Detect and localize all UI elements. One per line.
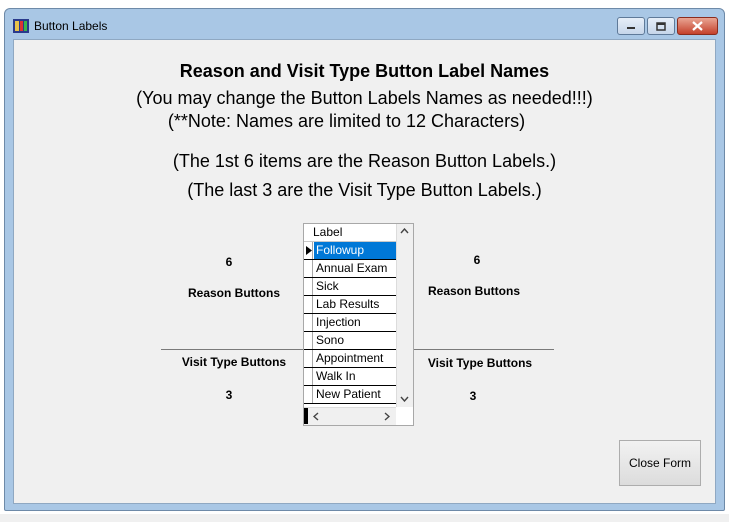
scroll-up-icon[interactable] [400,228,409,234]
right-divider [414,349,554,350]
scroll-left-icon[interactable] [313,412,319,421]
status-bar [0,514,729,522]
right-visit-label: Visit Type Buttons [427,356,533,370]
grid-row[interactable]: Appointment [304,350,396,368]
grid-cell-label[interactable]: Walk In [314,368,396,385]
grid-cell-label[interactable]: New Patient [314,386,396,403]
current-row-arrow-icon [306,246,312,255]
row-selector[interactable] [304,278,313,295]
grid-cell-label[interactable]: Injection [314,314,396,331]
left-visit-label: Visit Type Buttons [181,355,287,369]
row-selector[interactable] [304,242,313,259]
right-reason-label: Reason Buttons [427,284,520,298]
grid-row[interactable]: Walk In [304,368,396,386]
window-title: Button Labels [34,19,108,33]
grid-row[interactable]: New Patient [304,386,396,404]
grid-header-label[interactable]: Label [304,224,396,242]
instruction-line-2: (**Note: Names are limited to 12 Charact… [167,111,526,131]
grid-cell-label[interactable]: Appointment [314,350,396,367]
title-bar[interactable]: Button Labels [5,9,724,39]
grid-row[interactable]: Annual Exam [304,260,396,278]
row-selector[interactable] [304,386,313,403]
scroll-right-icon[interactable] [384,412,390,421]
close-form-button[interactable]: Close Form [619,440,701,486]
row-selector[interactable] [304,332,313,349]
right-reason-count: 6 [473,253,481,267]
labels-grid[interactable]: Label Followup Annual Exam Sick Lab Results… [303,223,414,426]
grid-cell-label[interactable]: Lab Results [314,296,396,313]
grid-row[interactable]: Followup [304,242,396,260]
maximize-icon [656,21,666,31]
horizontal-scrollbar[interactable] [304,407,396,425]
form-client-area: Reason and Visit Type Button Label Names… [13,39,716,504]
grid-cell-label[interactable]: Sono [314,332,396,349]
right-visit-count: 3 [469,389,477,403]
maximize-button[interactable] [647,17,675,35]
left-reason-label: Reason Buttons [187,286,280,300]
grid-cell-label[interactable]: Sick [314,278,396,295]
row-selector[interactable] [304,296,313,313]
form-heading: Reason and Visit Type Button Label Names [179,61,550,81]
app-icon [13,19,29,33]
row-selector[interactable] [304,260,313,277]
left-divider [161,349,303,350]
grid-row[interactable]: Injection [304,314,396,332]
instruction-line-3: (The 1st 6 items are the Reason Button L… [172,151,557,171]
grid-row[interactable]: Lab Results [304,296,396,314]
window: Button Labels Reason and Visit Type Butt… [4,8,725,511]
close-window-button[interactable] [677,17,718,35]
row-indicator [304,408,308,424]
instruction-line-4: (The last 3 are the Visit Type Button La… [187,180,542,200]
grid-row[interactable]: Sick [304,278,396,296]
grid-cell-label[interactable]: Followup [314,242,396,259]
row-selector[interactable] [304,368,313,385]
left-reason-count: 6 [225,255,233,269]
minimize-button[interactable] [617,17,645,35]
vertical-scrollbar[interactable] [396,224,413,407]
instruction-line-1: (You may change the Button Labels Names … [136,88,593,108]
close-icon [692,21,703,31]
scroll-down-icon[interactable] [400,396,409,402]
minimize-icon [627,27,635,29]
left-visit-count: 3 [225,388,233,402]
row-selector[interactable] [304,314,313,331]
row-selector[interactable] [304,350,313,367]
grid-cell-label[interactable]: Annual Exam [314,260,396,277]
grid-row[interactable]: Sono [304,332,396,350]
